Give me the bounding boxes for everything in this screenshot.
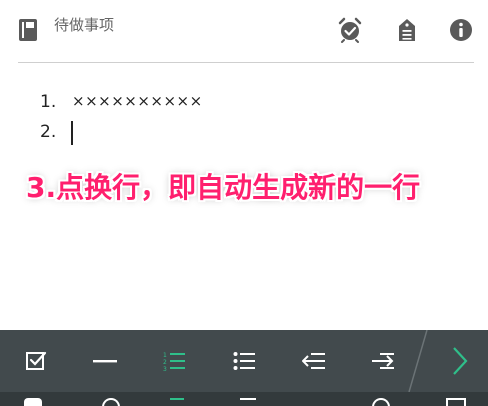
- clock-icon[interactable]: [372, 398, 390, 406]
- horizontal-line-icon: [93, 360, 117, 363]
- bottom-partial-toolbar: [0, 392, 488, 406]
- alarm-check-icon[interactable]: [337, 17, 363, 43]
- list-format-icon[interactable]: [240, 398, 256, 406]
- bullet-list-icon: [233, 352, 255, 370]
- outdent-icon: [302, 353, 325, 369]
- emoji-icon[interactable]: [102, 398, 120, 406]
- header-bar: 待做事项: [0, 0, 488, 62]
- next-toolbar-button[interactable]: [436, 330, 484, 392]
- header-divider: [18, 62, 474, 63]
- chevron-right-icon: [453, 347, 468, 375]
- list-item-text[interactable]: ××××××××××: [72, 92, 203, 110]
- instruction-caption: 3.点换行，即自动生成新的一行: [26, 171, 421, 204]
- list-item-number: 2.: [40, 122, 57, 142]
- checkbox-icon: [26, 351, 47, 370]
- format-toolbar: 1 2 3: [0, 330, 488, 392]
- page-title: 待做事项: [54, 16, 115, 34]
- keyboard-icon[interactable]: [24, 398, 42, 406]
- numbered-list-icon: 1 2 3: [163, 352, 185, 372]
- text-cursor: [71, 121, 73, 145]
- list-item-number: 1.: [40, 92, 57, 112]
- image-icon[interactable]: [446, 398, 466, 406]
- indent-icon: [372, 353, 394, 369]
- bullet-list-button[interactable]: [222, 330, 266, 392]
- numbered-list-button[interactable]: 1 2 3: [152, 330, 196, 392]
- horizontal-line-button[interactable]: [83, 330, 127, 392]
- checkbox-button[interactable]: [14, 330, 58, 392]
- info-icon[interactable]: [448, 17, 474, 43]
- svg-text:2: 2: [163, 359, 167, 366]
- tag-list-icon[interactable]: [394, 17, 420, 43]
- svg-text:1: 1: [163, 352, 167, 359]
- text-format-icon[interactable]: [170, 398, 184, 406]
- notebook-icon[interactable]: [18, 18, 38, 42]
- outdent-button[interactable]: [292, 330, 336, 392]
- svg-text:3: 3: [163, 366, 167, 372]
- indent-button[interactable]: [361, 330, 405, 392]
- toolbar-separator: [408, 330, 428, 392]
